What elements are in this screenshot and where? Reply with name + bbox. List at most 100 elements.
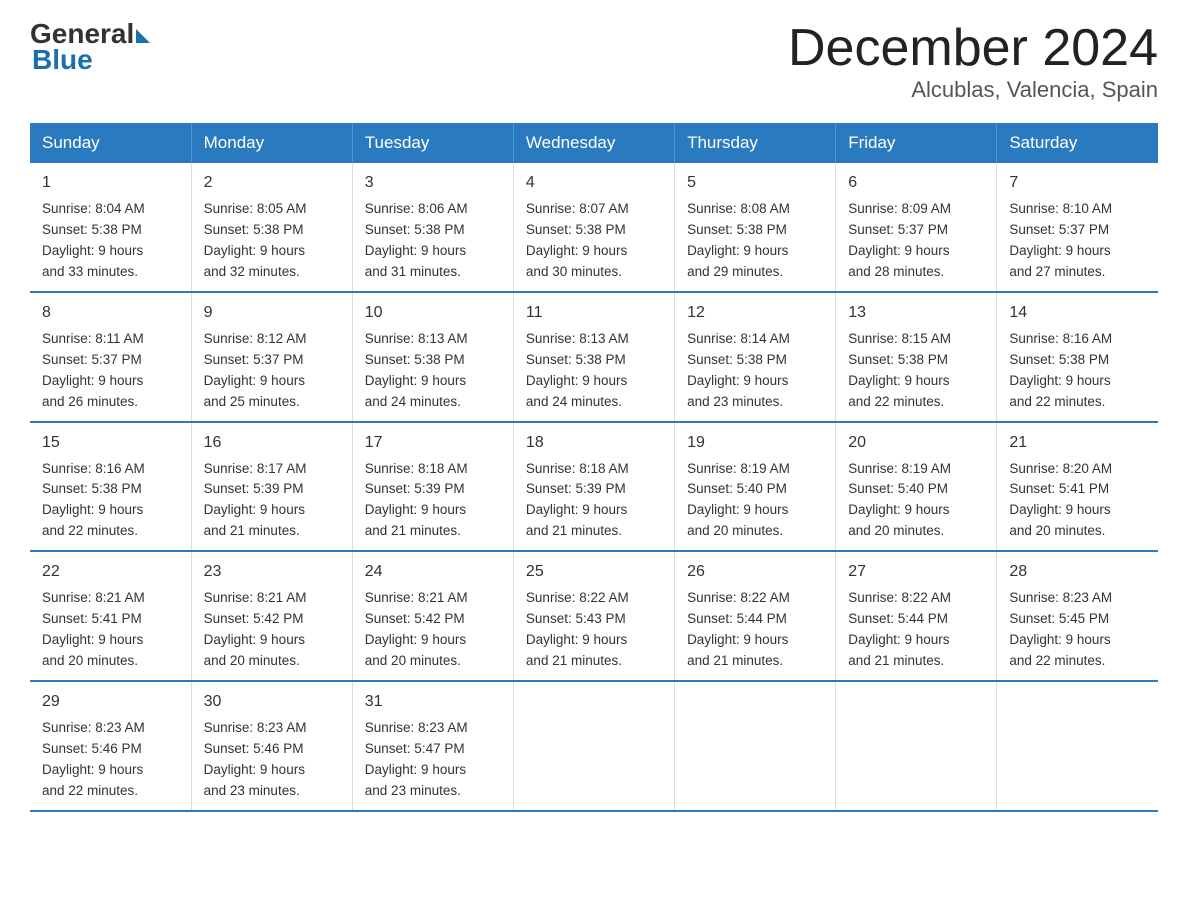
- day-info: Sunrise: 8:19 AM Sunset: 5:40 PM Dayligh…: [687, 459, 823, 543]
- day-number: 12: [687, 301, 823, 325]
- day-number: 31: [365, 690, 501, 714]
- calendar-cell: 2Sunrise: 8:05 AM Sunset: 5:38 PM Daylig…: [191, 163, 352, 292]
- day-info: Sunrise: 8:23 AM Sunset: 5:46 PM Dayligh…: [204, 718, 340, 802]
- calendar-cell: 30 Sunrise: 8:23 AM Sunset: 5:46 PM Dayli…: [191, 681, 352, 811]
- day-info: Sunrise: 8:09 AM Sunset: 5:37 PM Dayligh…: [848, 199, 984, 283]
- day-number: 10: [365, 301, 501, 325]
- day-info: Sunrise: 8:16 AM Sunset: 5:38 PM Dayligh…: [1009, 329, 1146, 413]
- calendar-week-row: 15 Sunrise: 8:16 AM Sunset: 5:38 PM Dayli…: [30, 422, 1158, 552]
- calendar-cell: 26Sunrise: 8:22 AM Sunset: 5:44 PM Dayli…: [675, 551, 836, 681]
- day-number: 27: [848, 560, 984, 584]
- calendar-cell: 1 Sunrise: 8:04 AM Sunset: 5:38 PM Daylig…: [30, 163, 191, 292]
- page-header: General Blue December 2024 Alcublas, Val…: [30, 20, 1158, 103]
- day-number: 9: [204, 301, 340, 325]
- day-info: Sunrise: 8:13 AM Sunset: 5:38 PM Dayligh…: [365, 329, 501, 413]
- day-number: 28: [1009, 560, 1146, 584]
- weekday-header-friday: Friday: [836, 123, 997, 163]
- calendar-week-row: 8 Sunrise: 8:11 AM Sunset: 5:37 PM Daylig…: [30, 292, 1158, 422]
- calendar-cell: [675, 681, 836, 811]
- weekday-header-thursday: Thursday: [675, 123, 836, 163]
- calendar-week-row: 22 Sunrise: 8:21 AM Sunset: 5:41 PM Dayli…: [30, 551, 1158, 681]
- calendar-cell: [836, 681, 997, 811]
- calendar-subtitle: Alcublas, Valencia, Spain: [788, 77, 1158, 103]
- calendar-cell: 6 Sunrise: 8:09 AM Sunset: 5:37 PM Daylig…: [836, 163, 997, 292]
- calendar-cell: 12 Sunrise: 8:14 AM Sunset: 5:38 PM Dayli…: [675, 292, 836, 422]
- calendar-cell: 11 Sunrise: 8:13 AM Sunset: 5:38 PM Dayli…: [513, 292, 674, 422]
- day-number: 14: [1009, 301, 1146, 325]
- day-info: Sunrise: 8:19 AM Sunset: 5:40 PM Dayligh…: [848, 459, 984, 543]
- calendar-cell: 10 Sunrise: 8:13 AM Sunset: 5:38 PM Dayli…: [352, 292, 513, 422]
- day-number: 24: [365, 560, 501, 584]
- calendar-cell: 16 Sunrise: 8:17 AM Sunset: 5:39 PM Dayli…: [191, 422, 352, 552]
- weekday-header-wednesday: Wednesday: [513, 123, 674, 163]
- calendar-cell: 29Sunrise: 8:23 AM Sunset: 5:46 PM Dayli…: [30, 681, 191, 811]
- calendar-week-row: 1 Sunrise: 8:04 AM Sunset: 5:38 PM Daylig…: [30, 163, 1158, 292]
- calendar-cell: 5 Sunrise: 8:08 AM Sunset: 5:38 PM Daylig…: [675, 163, 836, 292]
- day-info: Sunrise: 8:21 AM Sunset: 5:42 PM Dayligh…: [365, 588, 501, 672]
- day-number: 4: [526, 171, 662, 195]
- day-info: Sunrise: 8:08 AM Sunset: 5:38 PM Dayligh…: [687, 199, 823, 283]
- title-block: December 2024 Alcublas, Valencia, Spain: [788, 20, 1158, 103]
- calendar-cell: 15 Sunrise: 8:16 AM Sunset: 5:38 PM Dayli…: [30, 422, 191, 552]
- weekday-header-monday: Monday: [191, 123, 352, 163]
- day-number: 18: [526, 431, 662, 455]
- logo-arrow-icon: [136, 29, 150, 43]
- day-info: Sunrise: 8:18 AM Sunset: 5:39 PM Dayligh…: [526, 459, 662, 543]
- calendar-cell: 25Sunrise: 8:22 AM Sunset: 5:43 PM Dayli…: [513, 551, 674, 681]
- day-number: 19: [687, 431, 823, 455]
- weekday-header-tuesday: Tuesday: [352, 123, 513, 163]
- weekday-header-saturday: Saturday: [997, 123, 1158, 163]
- calendar-cell: [513, 681, 674, 811]
- day-info: Sunrise: 8:11 AM Sunset: 5:37 PM Dayligh…: [42, 329, 179, 413]
- calendar-cell: 14 Sunrise: 8:16 AM Sunset: 5:38 PM Dayli…: [997, 292, 1158, 422]
- day-info: Sunrise: 8:23 AM Sunset: 5:45 PM Dayligh…: [1009, 588, 1146, 672]
- day-info: Sunrise: 8:12 AM Sunset: 5:37 PM Dayligh…: [204, 329, 340, 413]
- day-info: Sunrise: 8:21 AM Sunset: 5:42 PM Dayligh…: [204, 588, 340, 672]
- day-info: Sunrise: 8:21 AM Sunset: 5:41 PM Dayligh…: [42, 588, 179, 672]
- day-info: Sunrise: 8:06 AM Sunset: 5:38 PM Dayligh…: [365, 199, 501, 283]
- day-number: 8: [42, 301, 179, 325]
- logo-blue-text: Blue: [30, 46, 150, 74]
- calendar-cell: 9 Sunrise: 8:12 AM Sunset: 5:37 PM Daylig…: [191, 292, 352, 422]
- day-number: 30: [204, 690, 340, 714]
- calendar-cell: 19 Sunrise: 8:19 AM Sunset: 5:40 PM Dayli…: [675, 422, 836, 552]
- calendar-cell: 21Sunrise: 8:20 AM Sunset: 5:41 PM Dayli…: [997, 422, 1158, 552]
- day-number: 29: [42, 690, 179, 714]
- day-number: 22: [42, 560, 179, 584]
- day-info: Sunrise: 8:14 AM Sunset: 5:38 PM Dayligh…: [687, 329, 823, 413]
- day-number: 6: [848, 171, 984, 195]
- calendar-cell: 17Sunrise: 8:18 AM Sunset: 5:39 PM Dayli…: [352, 422, 513, 552]
- calendar-cell: 18 Sunrise: 8:18 AM Sunset: 5:39 PM Dayli…: [513, 422, 674, 552]
- weekday-header-row: SundayMondayTuesdayWednesdayThursdayFrid…: [30, 123, 1158, 163]
- day-number: 3: [365, 171, 501, 195]
- calendar-cell: 24 Sunrise: 8:21 AM Sunset: 5:42 PM Dayli…: [352, 551, 513, 681]
- day-info: Sunrise: 8:18 AM Sunset: 5:39 PM Dayligh…: [365, 459, 501, 543]
- day-number: 5: [687, 171, 823, 195]
- calendar-week-row: 29 Sunrise: 8:23 AM Sunset: 5:46 PM Dayli…: [30, 681, 1158, 811]
- calendar-cell: 4 Sunrise: 8:07 AM Sunset: 5:38 PM Daylig…: [513, 163, 674, 292]
- day-info: Sunrise: 8:17 AM Sunset: 5:39 PM Dayligh…: [204, 459, 340, 543]
- day-info: Sunrise: 8:20 AM Sunset: 5:41 PM Dayligh…: [1009, 459, 1146, 543]
- day-info: Sunrise: 8:22 AM Sunset: 5:44 PM Dayligh…: [848, 588, 984, 672]
- calendar-cell: 8 Sunrise: 8:11 AM Sunset: 5:37 PM Daylig…: [30, 292, 191, 422]
- day-number: 25: [526, 560, 662, 584]
- day-info: Sunrise: 8:05 AM Sunset: 5:38 PM Dayligh…: [204, 199, 340, 283]
- day-info: Sunrise: 8:23 AM Sunset: 5:47 PM Dayligh…: [365, 718, 501, 802]
- calendar-title: December 2024: [788, 20, 1158, 77]
- day-number: 11: [526, 301, 662, 325]
- day-number: 16: [204, 431, 340, 455]
- calendar-cell: 28 Sunrise: 8:23 AM Sunset: 5:45 PM Dayli…: [997, 551, 1158, 681]
- calendar-cell: [997, 681, 1158, 811]
- calendar-cell: 13Sunrise: 8:15 AM Sunset: 5:38 PM Dayli…: [836, 292, 997, 422]
- day-number: 1: [42, 171, 179, 195]
- day-info: Sunrise: 8:16 AM Sunset: 5:38 PM Dayligh…: [42, 459, 179, 543]
- logo: General Blue: [30, 20, 150, 74]
- day-number: 15: [42, 431, 179, 455]
- day-number: 26: [687, 560, 823, 584]
- day-info: Sunrise: 8:13 AM Sunset: 5:38 PM Dayligh…: [526, 329, 662, 413]
- calendar-cell: 7Sunrise: 8:10 AM Sunset: 5:37 PM Daylig…: [997, 163, 1158, 292]
- calendar-cell: 20Sunrise: 8:19 AM Sunset: 5:40 PM Dayli…: [836, 422, 997, 552]
- day-info: Sunrise: 8:04 AM Sunset: 5:38 PM Dayligh…: [42, 199, 179, 283]
- day-info: Sunrise: 8:07 AM Sunset: 5:38 PM Dayligh…: [526, 199, 662, 283]
- calendar-cell: 27 Sunrise: 8:22 AM Sunset: 5:44 PM Dayli…: [836, 551, 997, 681]
